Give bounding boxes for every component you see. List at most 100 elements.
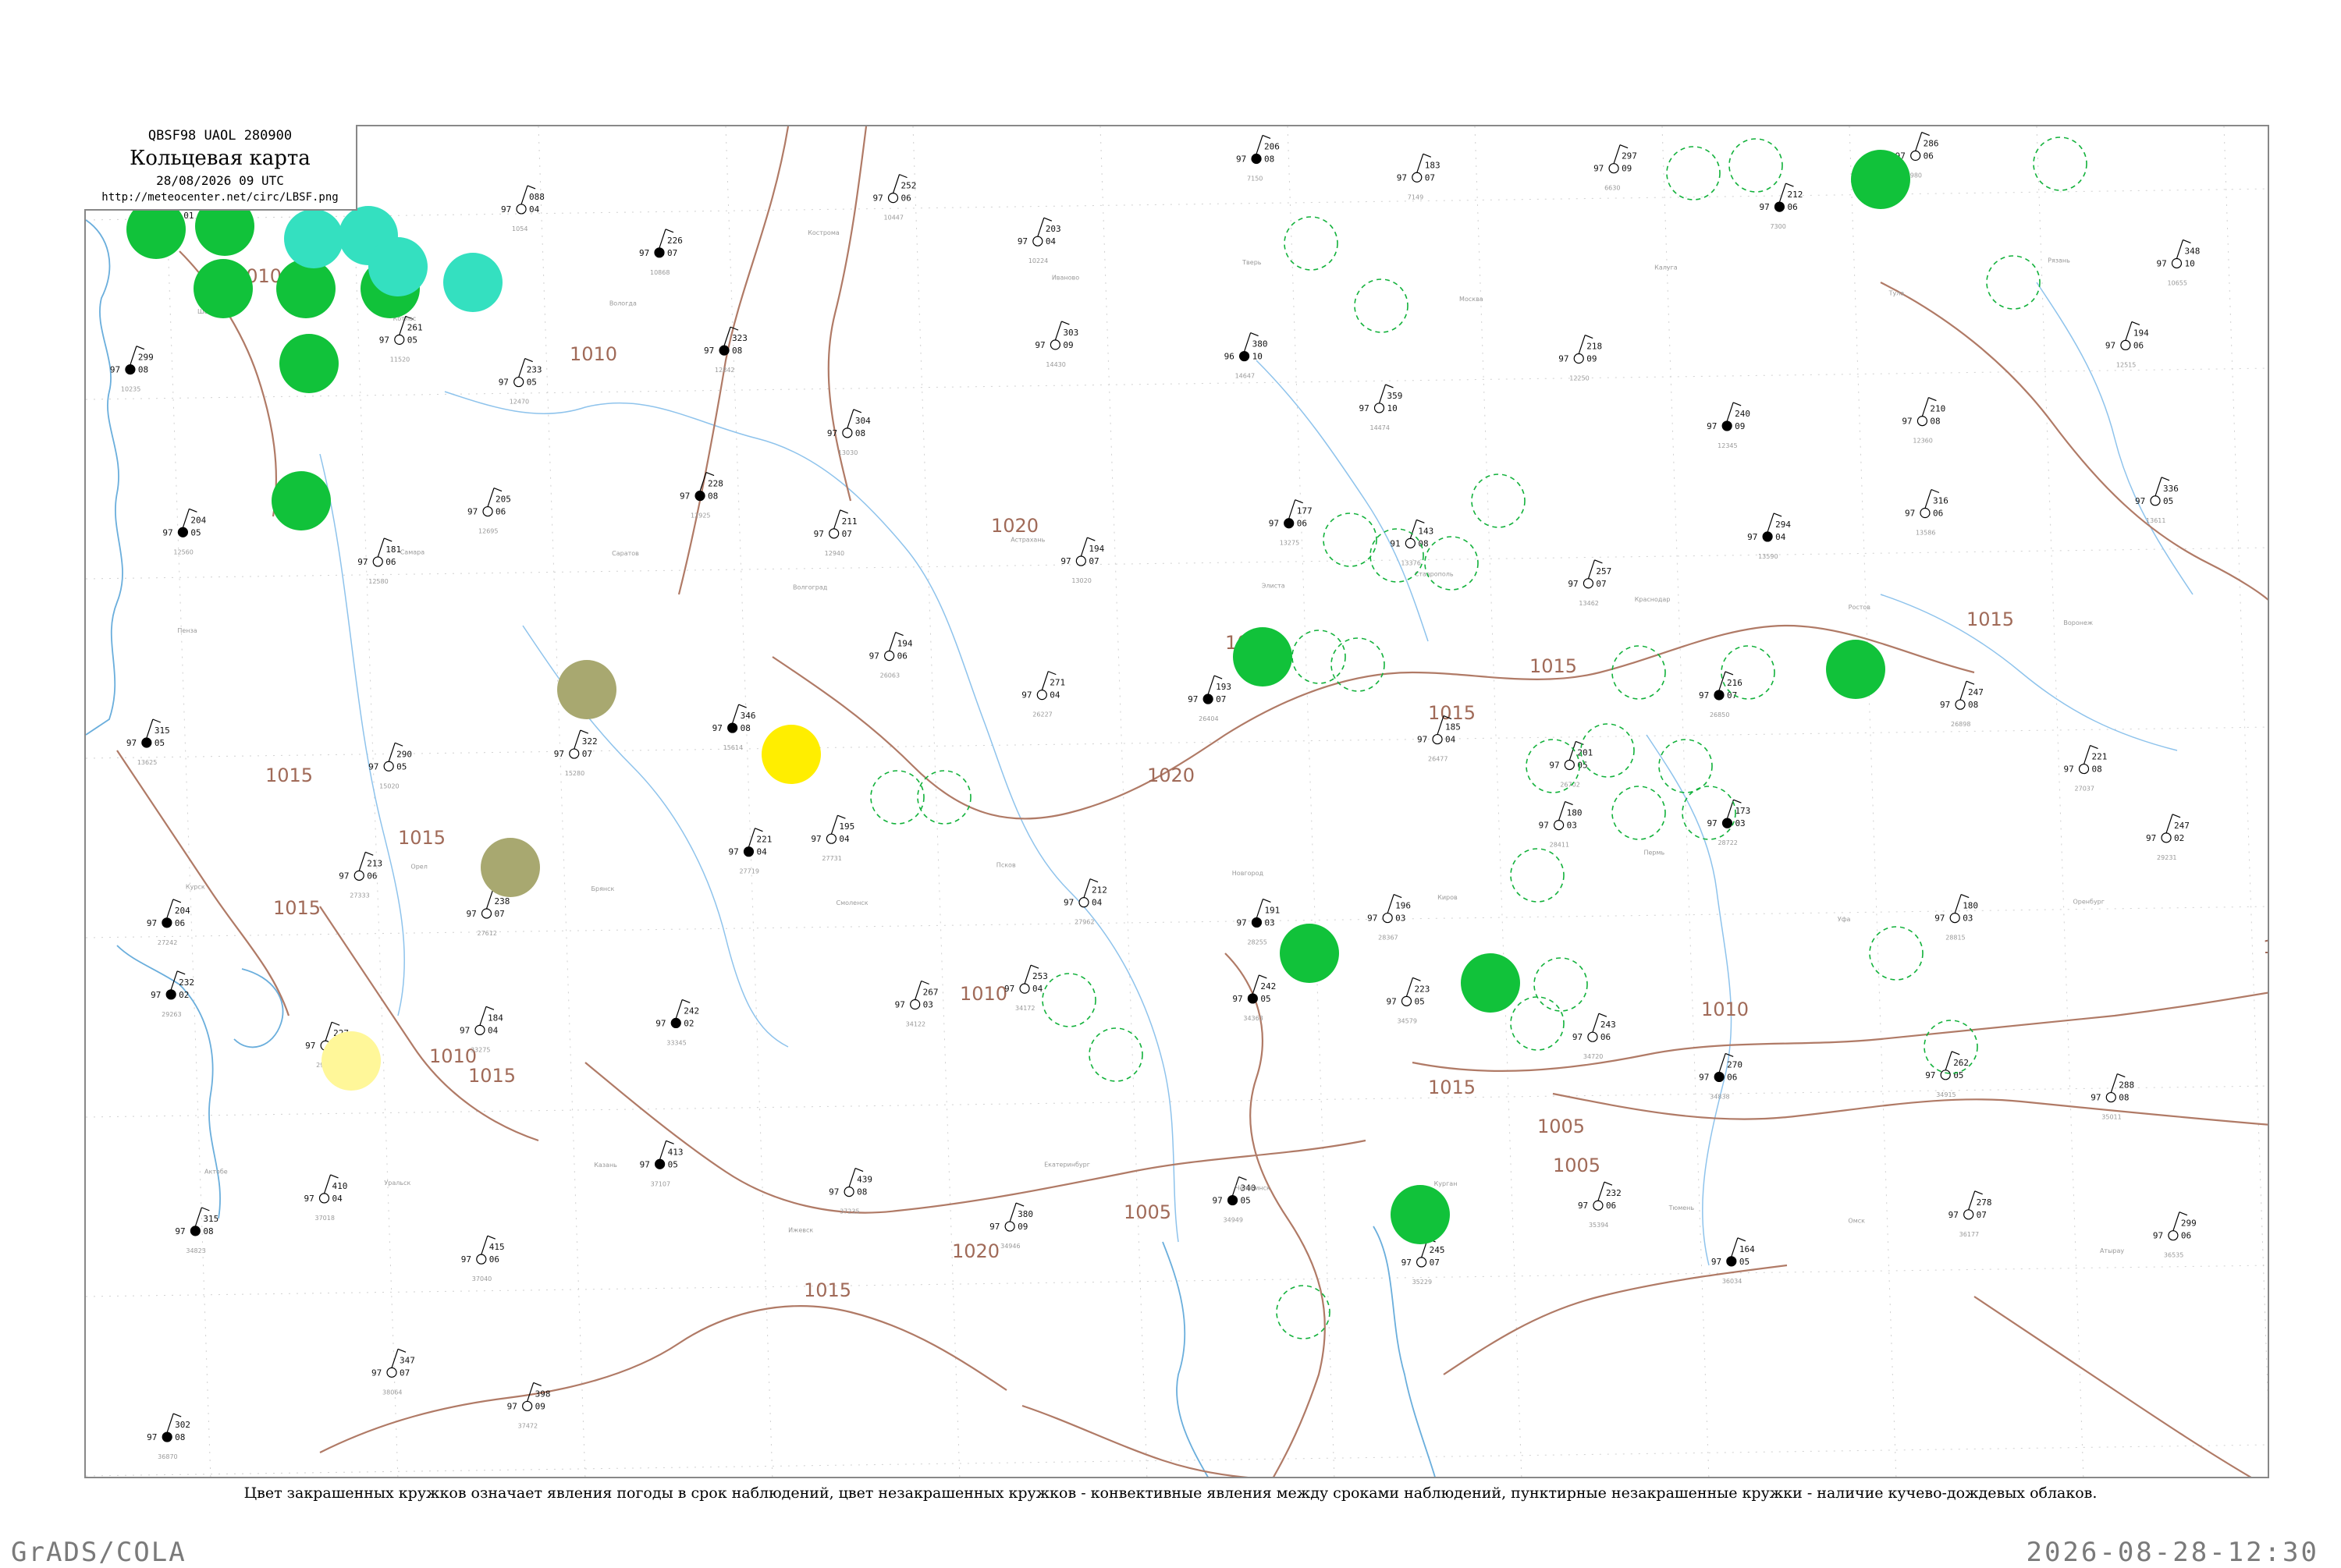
station-plot[interactable]: 261 97 05 11520 xyxy=(379,315,423,363)
station-plot[interactable]: 232 97 02 29263 xyxy=(151,970,194,1018)
station-plot[interactable]: 242 97 05 34363 xyxy=(1232,974,1276,1022)
cumulonimbus-circle[interactable] xyxy=(2033,137,2087,191)
station-plot[interactable]: 294 97 04 13590 xyxy=(1747,513,1791,560)
station-plot[interactable]: 240 97 09 12345 xyxy=(1707,402,1750,449)
station-plot[interactable]: 213 97 06 27333 xyxy=(339,851,382,899)
weather-phenomenon-circle[interactable] xyxy=(557,660,616,719)
station-plot[interactable]: 323 97 08 12842 xyxy=(704,326,748,374)
cumulonimbus-circle[interactable] xyxy=(1533,957,1588,1012)
station-plot[interactable]: 164 97 05 36034 xyxy=(1711,1237,1755,1285)
station-plot[interactable]: 415 97 06 37040 xyxy=(461,1235,505,1282)
station-plot[interactable]: 278 97 07 36177 xyxy=(1948,1190,1992,1238)
station-plot[interactable]: 218 97 09 12250 xyxy=(1558,334,1602,382)
station-plot[interactable]: 267 97 03 34122 xyxy=(895,980,939,1027)
station-plot[interactable]: 271 97 04 26227 xyxy=(1021,671,1065,718)
station-plot[interactable]: 299 97 08 10235 xyxy=(110,346,154,393)
station-plot[interactable]: 247 97 02 29231 xyxy=(2146,814,2190,861)
cumulonimbus-circle[interactable] xyxy=(1924,1020,1978,1074)
cumulonimbus-circle[interactable] xyxy=(1611,786,1666,840)
station-plot[interactable]: 223 97 05 34579 xyxy=(1386,977,1430,1024)
station-plot[interactable]: 380 96 10 14647 xyxy=(1224,332,1268,380)
weather-phenomenon-circle[interactable] xyxy=(321,1031,381,1091)
weather-phenomenon-circle[interactable] xyxy=(443,253,503,312)
weather-phenomenon-circle[interactable] xyxy=(1826,640,1885,699)
station-plot[interactable]: 204 97 06 27242 xyxy=(147,899,190,946)
weather-phenomenon-circle[interactable] xyxy=(368,237,428,296)
station-plot[interactable]: 181 97 06 12580 xyxy=(357,537,401,585)
weather-phenomenon-circle[interactable] xyxy=(1233,627,1292,686)
cumulonimbus-circle[interactable] xyxy=(1354,278,1409,333)
station-plot[interactable]: 088 97 04 1054 xyxy=(501,185,545,232)
station-plot[interactable]: 210 97 08 12360 xyxy=(1902,397,1945,445)
station-plot[interactable]: 297 97 09 6630 xyxy=(1593,144,1637,192)
station-plot[interactable]: 348 97 10 10655 xyxy=(2156,239,2200,286)
cumulonimbus-circle[interactable] xyxy=(1291,630,1346,684)
cumulonimbus-circle[interactable] xyxy=(1042,973,1096,1027)
station-plot[interactable]: 194 97 07 13020 xyxy=(1060,537,1105,584)
station-plot[interactable]: 315 97 08 34823 xyxy=(175,1207,218,1254)
cumulonimbus-circle[interactable] xyxy=(1471,474,1526,528)
station-plot[interactable]: 193 97 07 26404 xyxy=(1188,675,1231,722)
station-plot[interactable]: 205 97 06 12695 xyxy=(467,488,511,535)
station-plot[interactable]: 21697 0726850 xyxy=(1699,671,1742,718)
cumulonimbus-circle[interactable] xyxy=(1330,637,1385,692)
weather-phenomenon-circle[interactable] xyxy=(284,209,343,268)
station-plot[interactable]: 252 97 06 10447 xyxy=(873,174,917,222)
station-plot[interactable]: 245 97 07 35229 xyxy=(1401,1238,1445,1286)
cumulonimbus-circle[interactable] xyxy=(1986,255,2041,310)
station-plot[interactable]: 243 97 06 34720 xyxy=(1572,1013,1616,1060)
station-plot[interactable]: 398 97 09 37472 xyxy=(507,1382,551,1429)
station-plot[interactable]: 221 97 08 27037 xyxy=(2064,745,2108,793)
weather-phenomenon-circle[interactable] xyxy=(1851,150,1910,209)
cumulonimbus-circle[interactable] xyxy=(1510,848,1565,903)
station-plot[interactable]: 336 97 05 13611 xyxy=(2135,477,2179,524)
weather-phenomenon-circle[interactable] xyxy=(1461,953,1520,1013)
station-plot[interactable]: 304 97 08 13030 xyxy=(827,409,871,456)
station-plot[interactable]: 221 97 04 27719 xyxy=(728,828,772,875)
station-plot[interactable]: 262 97 05 34915 xyxy=(1925,1051,1969,1098)
station-plot[interactable]: 288 97 08 35011 xyxy=(2091,1073,2134,1121)
station-plot[interactable]: 347 97 07 38064 xyxy=(371,1348,415,1396)
station-plot[interactable]: 195 97 04 27731 xyxy=(811,814,854,862)
station-plot[interactable]: 228 97 08 12925 xyxy=(680,471,723,520)
station-plot[interactable]: 203 97 04 10224 xyxy=(1018,217,1061,264)
station-plot[interactable]: 299 97 06 36535 xyxy=(2153,1211,2197,1259)
cumulonimbus-circle[interactable] xyxy=(917,770,972,825)
station-plot[interactable]: 194 97 06 26063 xyxy=(869,632,913,679)
cumulonimbus-circle[interactable] xyxy=(1721,645,1775,700)
station-plot[interactable]: 359 97 10 14474 xyxy=(1359,384,1403,431)
weather-phenomenon-circle[interactable] xyxy=(1391,1185,1450,1244)
station-plot[interactable]: 211 97 07 12940 xyxy=(814,509,858,557)
cumulonimbus-circle[interactable] xyxy=(1510,996,1565,1051)
weather-phenomenon-circle[interactable] xyxy=(194,259,253,318)
station-plot[interactable]: 303 97 09 14430 xyxy=(1035,321,1078,368)
cumulonimbus-circle[interactable] xyxy=(1611,645,1666,700)
station-plot[interactable]: 180 97 03 28411 xyxy=(1539,801,1583,849)
weather-phenomenon-circle[interactable] xyxy=(762,725,821,784)
cumulonimbus-circle[interactable] xyxy=(1424,536,1479,591)
station-plot[interactable]: 247 97 08 26898 xyxy=(1940,680,1984,728)
station-plot[interactable]: 257 97 07 13462 xyxy=(1568,559,1611,607)
station-plot[interactable]: 180 97 03 28815 xyxy=(1934,894,1978,942)
station-plot[interactable]: 315 97 05 13625 xyxy=(126,718,170,766)
station-plot[interactable]: 439 97 08 37235 xyxy=(829,1168,872,1215)
station-plot[interactable]: 212 97 04 27962 xyxy=(1064,878,1107,926)
station-plot[interactable]: 413 97 05 37107 xyxy=(640,1140,684,1187)
station-plot[interactable]: 177 97 06 13275 xyxy=(1269,499,1313,547)
weather-phenomenon-circle[interactable] xyxy=(1280,924,1339,983)
station-plot[interactable]: 226 97 07 10868 xyxy=(639,229,683,276)
station-plot[interactable]: 316 97 06 13586 xyxy=(1905,488,1948,537)
cumulonimbus-circle[interactable] xyxy=(870,770,925,825)
station-plot[interactable]: 233 97 05 12470 xyxy=(499,357,542,406)
cumulonimbus-circle[interactable] xyxy=(1284,216,1338,271)
cumulonimbus-circle[interactable] xyxy=(1666,146,1721,200)
weather-phenomenon-circle[interactable] xyxy=(279,334,339,393)
weather-phenomenon-circle[interactable] xyxy=(272,471,331,530)
station-plot[interactable]: 191 97 03 28255 xyxy=(1236,898,1280,945)
station-plot[interactable]: 322 97 07 15280 xyxy=(554,729,598,777)
cumulonimbus-circle[interactable] xyxy=(1089,1027,1143,1082)
cumulonimbus-circle[interactable] xyxy=(1369,528,1424,583)
station-plot[interactable]: 183 97 07 7149 xyxy=(1397,153,1440,200)
station-plot[interactable]: 253 97 04 34172 xyxy=(1004,964,1048,1012)
station-plot[interactable]: 242 97 02 33345 xyxy=(655,999,699,1046)
